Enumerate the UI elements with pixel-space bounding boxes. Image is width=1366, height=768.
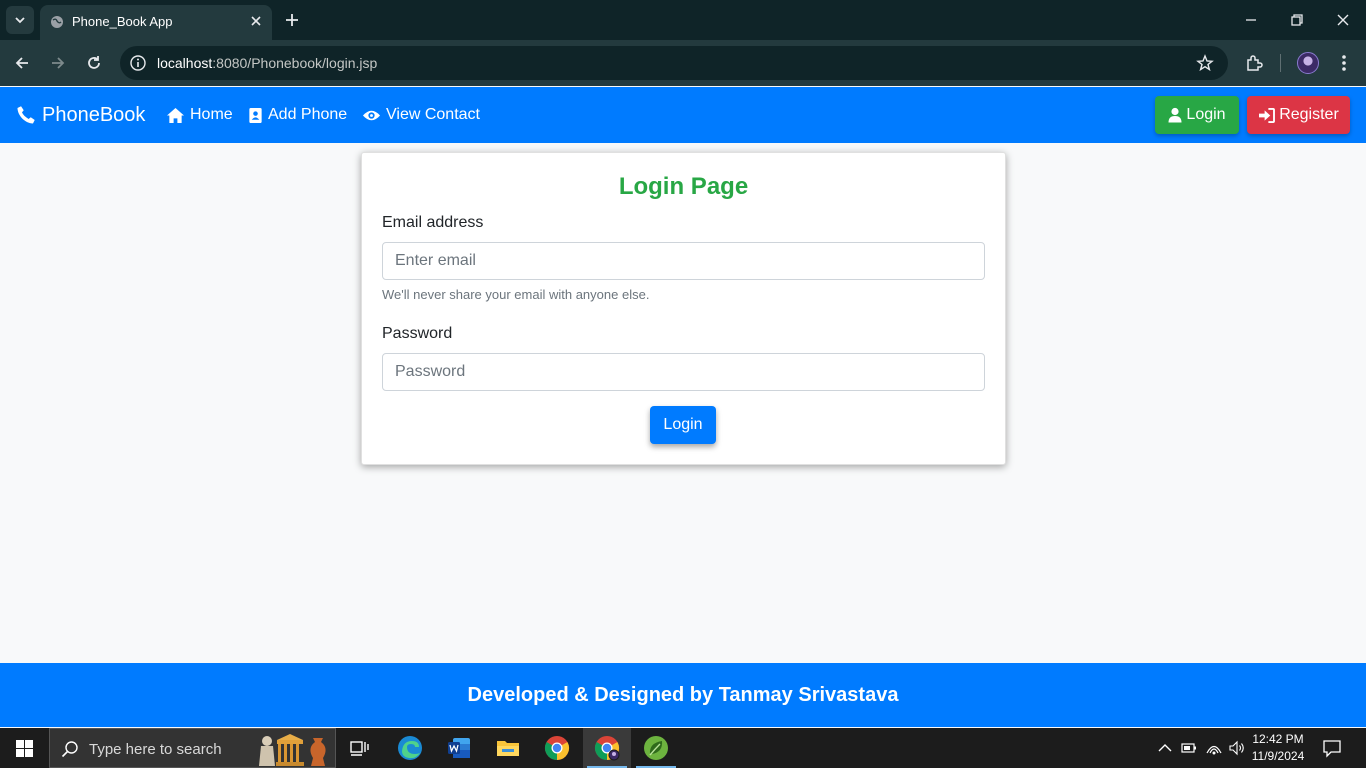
navbar-register-button[interactable]: Register xyxy=(1247,96,1350,134)
menu-kebab-icon[interactable] xyxy=(1336,53,1352,73)
browser-toolbar: localhost:8080/Phonebook/login.jsp xyxy=(0,40,1366,86)
taskbar-search[interactable]: Type here to search xyxy=(49,728,336,768)
email-input[interactable] xyxy=(382,242,985,280)
login-submit-button[interactable]: Login xyxy=(650,406,716,444)
phone-icon xyxy=(17,106,35,124)
eye-icon xyxy=(362,110,381,120)
tab-title: Phone_Book App xyxy=(72,14,173,29)
address-book-icon xyxy=(249,107,262,123)
navbar-register-label: Register xyxy=(1279,106,1339,123)
taskbar-chrome[interactable] xyxy=(533,728,581,768)
nav-home-label: Home xyxy=(190,106,233,123)
taskbar-spring-tool[interactable] xyxy=(632,728,680,768)
password-label: Password xyxy=(382,325,453,342)
login-title: Login Page xyxy=(618,173,749,200)
url-host: localhost xyxy=(157,55,213,71)
close-tab-icon[interactable] xyxy=(248,13,264,29)
nav-add-phone-label: Add Phone xyxy=(268,106,348,123)
toolbar-divider xyxy=(1280,54,1281,72)
search-icon xyxy=(61,741,78,758)
chevron-down-icon xyxy=(15,17,25,24)
edge-browser-icon xyxy=(398,736,422,760)
bookmark-star-icon[interactable] xyxy=(1196,54,1214,72)
start-button[interactable] xyxy=(0,728,48,768)
taskbar-chrome-profile[interactable] xyxy=(583,728,631,768)
notification-icon[interactable] xyxy=(1322,738,1342,758)
reload-icon[interactable] xyxy=(84,53,104,73)
taskbar-clock[interactable]: 12:42 PM 11/9/2024 xyxy=(1248,731,1308,765)
tab-search-button[interactable] xyxy=(6,6,34,34)
word-icon xyxy=(448,738,470,758)
windows-logo-icon xyxy=(15,739,33,757)
clock-time: 12:42 PM xyxy=(1252,732,1304,746)
brand-link[interactable]: PhoneBook xyxy=(15,87,145,143)
chrome-icon xyxy=(544,736,570,760)
password-input[interactable] xyxy=(382,353,985,391)
extensions-icon[interactable] xyxy=(1244,53,1264,73)
profile-avatar[interactable] xyxy=(1297,52,1319,74)
taskbar-file-explorer[interactable] xyxy=(484,728,532,768)
globe-icon xyxy=(51,16,63,28)
volume-icon[interactable] xyxy=(1228,739,1246,757)
search-placeholder: Type here to search xyxy=(89,741,222,758)
home-icon xyxy=(167,107,184,123)
nav-view-contact-label: View Contact xyxy=(386,106,480,123)
brand-text: PhoneBook xyxy=(42,103,146,126)
url-path: :8080/Phonebook/login.jsp xyxy=(212,55,378,71)
spring-leaf-icon xyxy=(644,736,668,760)
nav-home[interactable]: Home xyxy=(166,87,233,143)
battery-icon[interactable] xyxy=(1180,739,1198,757)
login-card: Login Page Email address We'll never sha… xyxy=(361,152,1006,465)
browser-tab-active[interactable]: Phone_Book App xyxy=(40,5,272,40)
wifi-icon[interactable] xyxy=(1205,739,1223,757)
navbar-login-label: Login xyxy=(1186,106,1226,123)
site-info-icon[interactable] xyxy=(129,54,147,72)
page-footer: Developed & Designed by Tanmay Srivastav… xyxy=(0,663,1366,727)
app-navbar: PhoneBook Home Add Phone View Contact Lo… xyxy=(0,87,1366,143)
email-label: Email address xyxy=(382,214,484,231)
browser-tabstrip: Phone_Book App xyxy=(0,0,1366,40)
task-view-button[interactable] xyxy=(336,728,384,768)
navbar-login-button[interactable]: Login xyxy=(1155,96,1239,134)
forward-arrow-icon[interactable] xyxy=(48,53,68,73)
close-window-icon[interactable] xyxy=(1335,12,1351,28)
footer-credit: Developed & Designed by Tanmay Srivastav… xyxy=(467,683,899,706)
user-icon xyxy=(1168,107,1182,123)
back-arrow-icon[interactable] xyxy=(12,53,32,73)
new-tab-icon[interactable] xyxy=(282,10,302,30)
email-help-text: We'll never share your email with anyone… xyxy=(382,287,650,302)
chrome-profile-icon xyxy=(594,736,620,761)
address-bar[interactable]: localhost:8080/Phonebook/login.jsp xyxy=(120,46,1228,80)
folder-icon xyxy=(497,741,519,756)
task-view-icon xyxy=(350,741,369,756)
search-highlight-illustration-icon xyxy=(259,734,326,766)
chevron-up-icon[interactable] xyxy=(1156,739,1174,757)
windows-taskbar: Type here to search 12:42 PM 11/9/2024 xyxy=(0,728,1366,768)
restore-icon[interactable] xyxy=(1289,12,1305,28)
sign-in-icon xyxy=(1259,107,1276,123)
minimize-icon[interactable] xyxy=(1243,12,1259,28)
url-text: localhost:8080/Phonebook/login.jsp xyxy=(157,55,377,71)
taskbar-edge[interactable] xyxy=(386,728,434,768)
clock-date: 11/9/2024 xyxy=(1251,749,1305,763)
nav-add-phone[interactable]: Add Phone xyxy=(248,87,347,143)
nav-view-contact[interactable]: View Contact xyxy=(362,87,480,143)
taskbar-word[interactable] xyxy=(435,728,483,768)
